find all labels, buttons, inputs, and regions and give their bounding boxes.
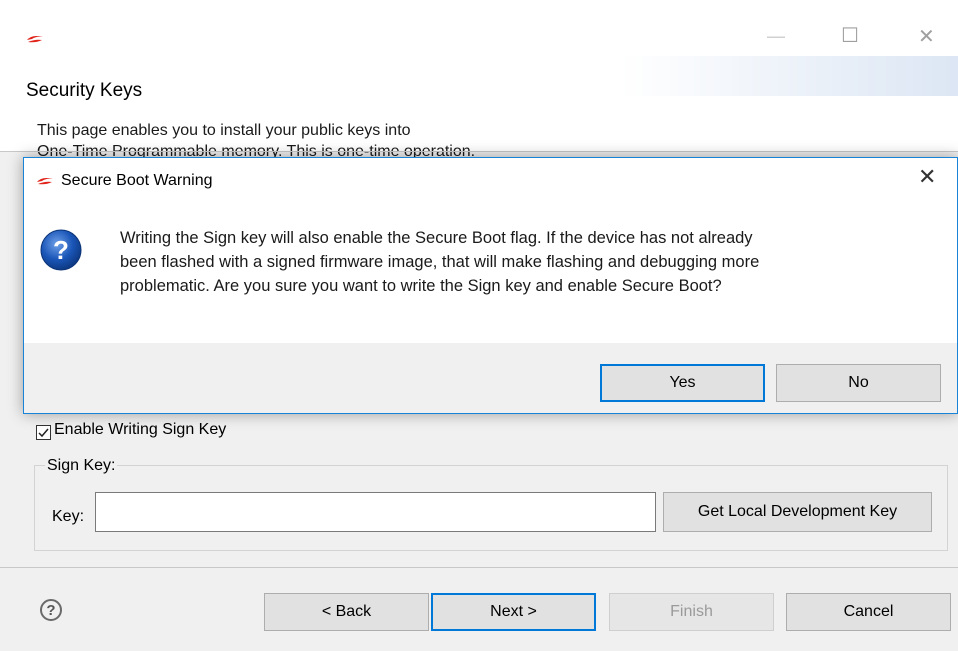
page-description: This page enables you to install your pu… xyxy=(37,122,411,139)
svg-text:?: ? xyxy=(53,235,69,265)
get-local-development-key-button[interactable]: Get Local Development Key xyxy=(663,492,932,532)
dialog-message: Writing the Sign key will also enable th… xyxy=(120,226,940,298)
dialog-close-button[interactable]: ✕ xyxy=(918,165,936,190)
enable-sign-key-checkbox[interactable] xyxy=(36,425,51,440)
yes-button[interactable]: Yes xyxy=(600,364,765,402)
no-button[interactable]: No xyxy=(776,364,941,402)
app-logo-icon xyxy=(27,36,43,43)
key-input[interactable] xyxy=(95,492,656,532)
dialog-logo-icon xyxy=(37,178,53,185)
help-icon[interactable]: ? xyxy=(40,599,62,621)
finish-button: Finish xyxy=(609,593,774,631)
window-close-button[interactable]: ✕ xyxy=(918,24,935,48)
checkmark-icon xyxy=(38,428,49,438)
sign-key-legend: Sign Key: xyxy=(45,457,118,475)
question-icon: ? xyxy=(40,229,82,271)
dialog-message-line: problematic. Are you sure you want to wr… xyxy=(120,277,722,295)
back-button[interactable]: < Back xyxy=(264,593,429,631)
maximize-button[interactable]: ☐ xyxy=(841,23,859,47)
footer-divider xyxy=(0,567,958,568)
key-label: Key: xyxy=(52,508,85,525)
enable-sign-key-label[interactable]: Enable Writing Sign Key xyxy=(54,421,226,439)
dialog-message-line: Writing the Sign key will also enable th… xyxy=(120,229,753,247)
page-title: Security Keys xyxy=(26,80,143,101)
header-divider xyxy=(0,151,958,152)
minimize-button[interactable]: — xyxy=(766,24,786,48)
dialog-message-line: been flashed with a signed firmware imag… xyxy=(120,253,760,271)
dialog-title: Secure Boot Warning xyxy=(61,172,213,189)
header-banner xyxy=(620,56,958,96)
next-button[interactable]: Next > xyxy=(431,593,596,631)
cancel-button[interactable]: Cancel xyxy=(786,593,951,631)
